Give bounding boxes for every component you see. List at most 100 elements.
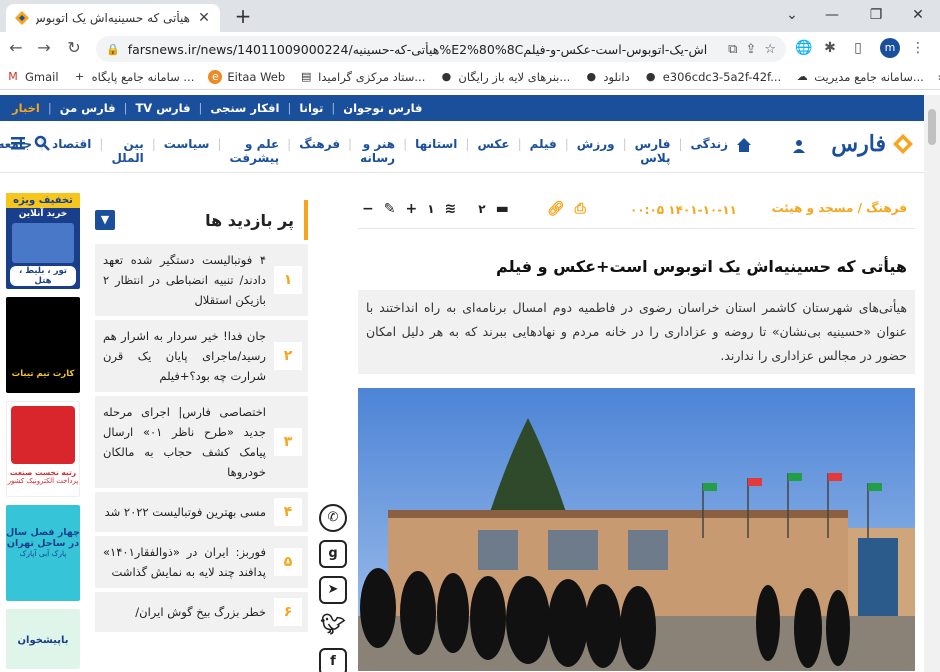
nav-item[interactable]: فارس پلاس xyxy=(635,137,671,165)
ad-banner-payment[interactable]: رتبه نخست صنعت پرداخت الکترونیک کشور xyxy=(6,401,80,497)
most-visited-item[interactable]: ۶ خطر بزرگ بیخ گوش ایران/ xyxy=(95,592,308,632)
chevron-down-icon[interactable]: ▼ xyxy=(95,210,115,230)
print-icon[interactable]: ⎙ xyxy=(575,201,586,217)
profile-avatar[interactable]: m xyxy=(880,38,900,58)
new-tab-button[interactable]: + xyxy=(232,5,254,27)
nav-item[interactable]: اقتصاد xyxy=(52,137,91,165)
close-tab-icon[interactable]: ✕ xyxy=(196,10,212,26)
bookmark-item[interactable]: ▤ ستاد مرکزی گرامیدا... xyxy=(299,70,425,84)
bookmark-star-icon[interactable]: ☆ xyxy=(764,42,776,57)
most-visited-title-text[interactable]: فوربز: ایران در «ذوالفقار۱۴۰۱» پدافند چن… xyxy=(103,542,266,582)
restore-button[interactable]: ❐ xyxy=(856,2,896,28)
most-visited-item[interactable]: ۱ ۴ فوتبالیست دستگیر شده تعهد دادند/ تنبی… xyxy=(95,244,308,316)
ad-text: چهار فصل سال xyxy=(6,527,80,538)
decrease-font-icon[interactable]: − xyxy=(362,201,374,217)
separator: | xyxy=(123,101,128,115)
link-icon[interactable]: 🔗︎ xyxy=(547,201,565,217)
lock-icon[interactable]: 🔒 xyxy=(106,43,120,56)
like-count: ۱ xyxy=(427,202,435,216)
most-visited-item[interactable]: ۲ جان فدا! خیر سردار به اشرار هم رسید/ماج… xyxy=(95,320,308,392)
bookmark-item[interactable]: e Eitaa Web xyxy=(208,69,285,84)
top-strip-link[interactable]: فارس نوجوان xyxy=(343,101,422,115)
translate-icon[interactable]: ⧉ xyxy=(728,42,737,57)
address-bar[interactable]: 🔒 farsnews.ir/news/14011009000224/هیأتی-… xyxy=(96,36,786,62)
tab-search-chevron-icon[interactable]: ⌄ xyxy=(772,2,812,28)
nav-item[interactable]: زندگی xyxy=(691,137,728,165)
extension-globe-icon[interactable]: 🌐 xyxy=(794,38,814,58)
article-category[interactable]: فرهنگ / مسجد و هیئت xyxy=(772,201,907,215)
most-visited-item[interactable]: ۳ اختصاصی فارس| اجرای مرحله جدید «طرح ناظ… xyxy=(95,396,308,488)
side-panel-icon[interactable]: ▯ xyxy=(848,38,868,58)
share-icon[interactable]: ⇪ xyxy=(745,42,756,57)
ad-banner-card[interactable]: کارت تیم تیبات xyxy=(6,297,80,393)
most-visited-title-text[interactable]: خطر بزرگ بیخ گوش ایران/ xyxy=(103,602,266,622)
tab-title: هیأتی که حسینیه‌اش یک اتوبوس xyxy=(36,11,190,25)
nav-item[interactable]: ورزش xyxy=(577,137,615,165)
increase-font-icon[interactable]: + xyxy=(405,201,417,217)
home-icon[interactable] xyxy=(736,137,752,153)
bookmark-item[interactable]: M Gmail xyxy=(6,70,58,84)
most-visited-title-text[interactable]: مسی بهترین فوتبالیست ۲۰۲۲ شد xyxy=(103,502,266,522)
nav-item[interactable]: فرهنگ xyxy=(299,137,340,165)
top-strip-link[interactable]: افکار سنجی xyxy=(210,101,279,115)
nav-item[interactable]: هنر و رسانه xyxy=(360,137,395,165)
bookmark-item[interactable]: ● دانلود xyxy=(584,69,630,84)
top-strip-link[interactable]: فارس TV xyxy=(135,101,190,115)
pencil-icon[interactable]: ✎ xyxy=(384,201,396,217)
scrollbar-thumb[interactable] xyxy=(928,109,936,145)
page-scrollbar[interactable] xyxy=(924,95,940,672)
nav-item[interactable]: استانها xyxy=(415,137,457,165)
top-strip-link[interactable]: توانا xyxy=(299,101,323,115)
comment-icon[interactable]: ▬ xyxy=(496,201,509,217)
whatsapp-icon[interactable]: ✆ xyxy=(319,504,347,532)
facebook-icon[interactable]: f xyxy=(319,648,347,672)
bookmark-item[interactable]: ● بنرهای لایه باز رایگان... xyxy=(439,70,571,84)
back-button[interactable]: ← xyxy=(4,36,28,60)
browser-toolbar: ← → ↻ 🔒 farsnews.ir/news/14011009000224/… xyxy=(0,32,940,64)
ad-banner-pishkhan[interactable]: باپیشخوان xyxy=(6,609,80,669)
minimize-button[interactable]: — xyxy=(812,2,852,28)
telegram-icon[interactable]: ➤ xyxy=(319,576,347,604)
github-icon: ● xyxy=(645,69,656,83)
bookmark-item[interactable]: ● e306cdc3-5a2f-42f... xyxy=(644,69,781,84)
user-icon[interactable] xyxy=(792,139,806,153)
search-icon[interactable] xyxy=(34,135,50,151)
twitter-icon[interactable]: 🐦︎ xyxy=(319,612,347,640)
nav-item[interactable]: علم و پیشرفت xyxy=(230,137,280,165)
most-visited-item[interactable]: ۵ فوربز: ایران در «ذوالفقار۱۴۰۱» پدافند چ… xyxy=(95,536,308,588)
menu-kebab-icon[interactable]: ⋮ xyxy=(908,38,928,58)
rank-number: ۲ xyxy=(274,342,302,370)
close-window-button[interactable]: ✕ xyxy=(898,2,938,28)
ad-text: رتبه نخست صنعت xyxy=(9,468,77,477)
most-visited-panel: ▼ پر بازدید ها ۱ ۴ فوتبالیست دستگیر شده ت… xyxy=(95,200,308,632)
article-photo[interactable] xyxy=(358,388,915,671)
bookmark-item[interactable]: + سامانه جامع پایگاه ... xyxy=(73,69,194,84)
nav-item[interactable]: بین الملل xyxy=(111,137,143,165)
url-text[interactable]: farsnews.ir/news/14011009000224/هیأتی-که… xyxy=(128,42,720,57)
github-icon: ● xyxy=(586,69,597,83)
separator: | xyxy=(217,137,222,151)
fars-logo[interactable]: فارس xyxy=(831,131,914,157)
nav-item[interactable]: عکس xyxy=(477,137,509,165)
most-visited-title-text[interactable]: ۴ فوتبالیست دستگیر شده تعهد دادند/ تنبیه… xyxy=(103,250,266,310)
google-plus-icon[interactable]: g xyxy=(319,540,347,568)
like-icon[interactable]: ≋ xyxy=(445,201,457,217)
separator: | xyxy=(331,101,336,115)
top-strip-link[interactable]: اخبار xyxy=(12,101,40,115)
reload-button[interactable]: ↻ xyxy=(62,36,86,60)
top-strip-link[interactable]: فارس من xyxy=(60,101,116,115)
browser-tab[interactable]: هیأتی که حسینیه‌اش یک اتوبوس ✕ xyxy=(6,4,220,32)
most-visited-title-text[interactable]: اختصاصی فارس| اجرای مرحله جدید «طرح ناظر… xyxy=(103,402,266,482)
plus-icon: + xyxy=(74,69,85,83)
forward-button[interactable]: → xyxy=(32,36,56,60)
most-visited-item[interactable]: ۴ مسی بهترین فوتبالیست ۲۰۲۲ شد xyxy=(95,492,308,532)
hamburger-menu-icon[interactable] xyxy=(10,135,26,151)
nav-item[interactable]: سیاست xyxy=(164,137,210,165)
nav-item[interactable]: فیلم xyxy=(530,137,557,165)
bookmark-item[interactable]: ☁ سامانه جامع مدیریت... xyxy=(795,70,924,84)
ad-banner-waterpark[interactable]: چهار فصل سال در ساحل تهران پارک آبی آپار… xyxy=(6,505,80,601)
most-visited-title-text[interactable]: جان فدا! خیر سردار به اشرار هم رسید/ماجر… xyxy=(103,326,266,386)
extensions-puzzle-icon[interactable]: ✱ xyxy=(820,38,840,58)
separator: | xyxy=(348,137,353,151)
ad-banner-travel[interactable]: تخفیف ویژه خرید آنلاین تور ، بلیط ، هتل xyxy=(6,193,80,289)
